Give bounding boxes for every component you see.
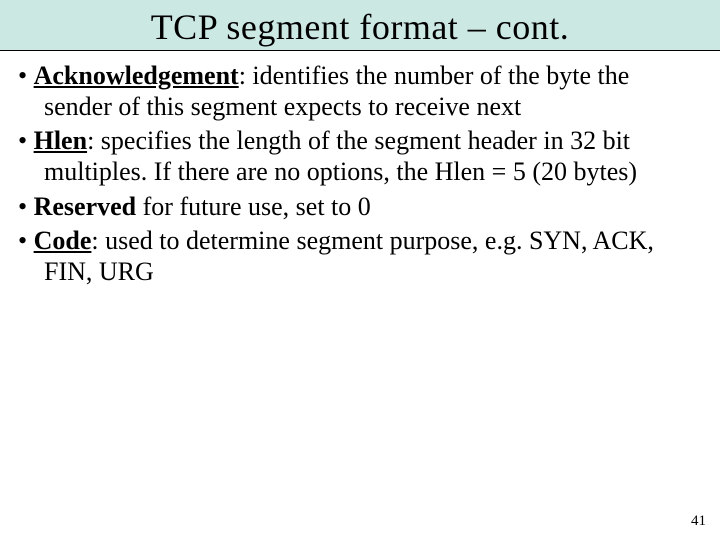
bullet-rest: : specifies the length of the segment he…: [44, 126, 637, 186]
bullet-rest: for future use, set to 0: [136, 192, 371, 221]
bullet-list: Acknowledgement: identifies the number o…: [18, 61, 702, 288]
list-item: Hlen: specifies the length of the segmen…: [18, 126, 702, 187]
list-item: Code: used to determine segment purpose,…: [18, 226, 702, 287]
slide-title: TCP segment format – cont.: [0, 6, 720, 48]
slide-content: Acknowledgement: identifies the number o…: [0, 51, 720, 288]
list-item: Acknowledgement: identifies the number o…: [18, 61, 702, 122]
page-number: 41: [691, 513, 706, 530]
bullet-rest: : used to determine segment purpose, e.g…: [44, 226, 654, 286]
bullet-term: Reserved: [34, 192, 137, 221]
list-item: Reserved for future use, set to 0: [18, 192, 702, 223]
bullet-term: Code: [34, 226, 92, 255]
bullet-term: Hlen: [34, 126, 87, 155]
bullet-term: Acknowledgement: [34, 61, 239, 90]
title-bar: TCP segment format – cont.: [0, 0, 720, 51]
